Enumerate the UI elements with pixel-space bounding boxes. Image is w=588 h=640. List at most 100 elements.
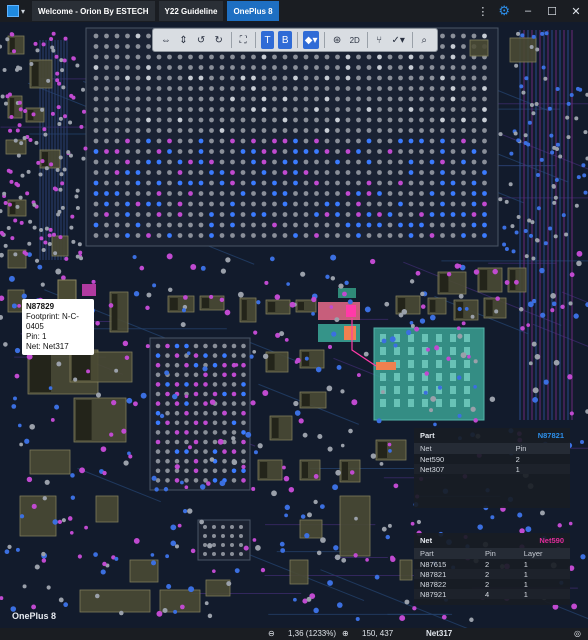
via <box>553 195 558 200</box>
tab-welcome[interactable]: Welcome - Orion By ESTECH <box>32 1 155 21</box>
bga-ball <box>221 534 225 538</box>
via <box>502 242 507 247</box>
via <box>34 258 40 263</box>
bga-ball <box>219 212 225 217</box>
small-part <box>338 288 356 298</box>
via <box>66 150 71 155</box>
zoom-out-icon[interactable]: ⊖ <box>268 629 275 638</box>
qfn-pad <box>450 334 456 342</box>
zoom-in-icon[interactable]: ⊕ <box>342 629 349 638</box>
bga-ball <box>125 191 130 196</box>
bga-ball <box>303 233 309 238</box>
fit-view-icon[interactable]: ⛶ <box>236 31 250 49</box>
net-id[interactable]: Net590 <box>539 536 564 545</box>
table-row[interactable]: N87921 4 1 <box>414 589 570 599</box>
net-trace-icon[interactable]: ⑂ <box>372 31 386 49</box>
via <box>540 31 545 36</box>
table-row[interactable]: N87822 2 1 <box>414 579 570 589</box>
bga-ball <box>335 117 340 123</box>
bga-ball <box>293 54 298 60</box>
top-side-icon[interactable]: T <box>260 31 275 49</box>
via <box>317 433 323 440</box>
maximize-button[interactable]: ☐ <box>540 5 564 18</box>
table-row[interactable]: Net590 2 <box>414 454 570 464</box>
search-icon[interactable]: ⌕ <box>417 31 431 49</box>
via <box>477 524 483 530</box>
via <box>29 62 34 67</box>
via <box>376 418 382 424</box>
app-menu-button[interactable]: ▾ <box>4 1 28 21</box>
via <box>385 534 390 540</box>
via <box>315 366 322 373</box>
flip-vertical-icon[interactable]: ⇕ <box>177 31 191 49</box>
tab-y22-guideline[interactable]: Y22 Guideline <box>158 1 224 21</box>
bga-ball <box>104 138 109 144</box>
cell-pin: 2 <box>484 579 490 589</box>
bga-ball <box>261 54 267 60</box>
bga-ball <box>293 75 298 81</box>
bga-ball <box>230 128 235 133</box>
via <box>516 31 521 36</box>
gear-icon[interactable]: ⚙ <box>498 3 510 19</box>
via <box>251 486 256 491</box>
net-panel-title: Net <box>420 536 433 545</box>
bga-ball <box>482 233 487 238</box>
bga-ball <box>241 343 246 349</box>
tab-oneplus-8[interactable]: OnePlus 8 <box>227 1 279 21</box>
rotate-right-icon[interactable]: ↻ <box>212 31 226 49</box>
flip-horizontal-icon[interactable]: ⇔ <box>159 31 173 49</box>
table-row[interactable]: N87821 2 1 <box>414 569 570 579</box>
bga-ball <box>177 117 183 123</box>
table-row[interactable]: Net307 1 <box>414 464 570 474</box>
chevron-down-icon: ▾ <box>20 6 25 16</box>
bga-ball <box>398 138 403 144</box>
part-id[interactable]: N87821 <box>538 431 564 440</box>
table-row[interactable]: N87615 2 1 <box>414 559 570 569</box>
bga-ball <box>482 138 487 144</box>
minimize-button[interactable]: – <box>516 5 540 17</box>
bga-ball <box>450 170 456 175</box>
bga-ball <box>167 65 172 70</box>
bga-ball <box>461 54 466 60</box>
via <box>58 597 64 603</box>
globe-icon[interactable]: ◎ <box>574 629 581 638</box>
cell-part: N87615 <box>420 559 447 569</box>
bga-ball <box>251 96 256 102</box>
via <box>123 460 129 466</box>
bga-ball <box>387 233 393 238</box>
bga-ball <box>146 233 151 238</box>
cell-part: N87822 <box>420 579 447 589</box>
bga-ball <box>93 191 99 196</box>
bga-ball <box>188 117 193 123</box>
3d-view-icon[interactable]: ⊛ <box>330 31 344 49</box>
2d-view-icon[interactable]: 2D <box>348 31 362 49</box>
bga-ball <box>261 75 267 81</box>
bga-ball <box>188 201 193 207</box>
bga-ball <box>387 212 393 217</box>
bga-ball <box>231 391 237 397</box>
layers-icon[interactable]: ◆▾ <box>302 31 320 49</box>
bga-ball <box>450 128 456 133</box>
net-panel-header: Net Net590 <box>414 533 570 548</box>
more-options-icon[interactable]: ⋮ <box>477 5 488 18</box>
bga-ball <box>429 117 435 123</box>
qfn-pad <box>450 347 456 355</box>
bga-ball <box>93 86 99 91</box>
via <box>63 114 68 119</box>
bga-ball <box>155 458 161 464</box>
rotate-left-icon[interactable]: ↺ <box>194 31 208 49</box>
bottom-side-icon[interactable]: B <box>278 31 293 49</box>
bga-ball <box>482 96 487 102</box>
bga-ball <box>125 201 130 207</box>
bga-ball <box>193 458 199 464</box>
via <box>62 167 67 172</box>
via <box>558 154 563 159</box>
bga-ball <box>440 138 445 144</box>
bga-ball <box>177 201 183 207</box>
bga-ball <box>93 96 99 102</box>
bga-ball <box>471 107 477 112</box>
measure-icon[interactable]: ✓▾ <box>390 31 407 49</box>
bga-ball <box>156 191 162 196</box>
close-button[interactable]: ✕ <box>564 5 588 18</box>
via <box>539 510 545 516</box>
